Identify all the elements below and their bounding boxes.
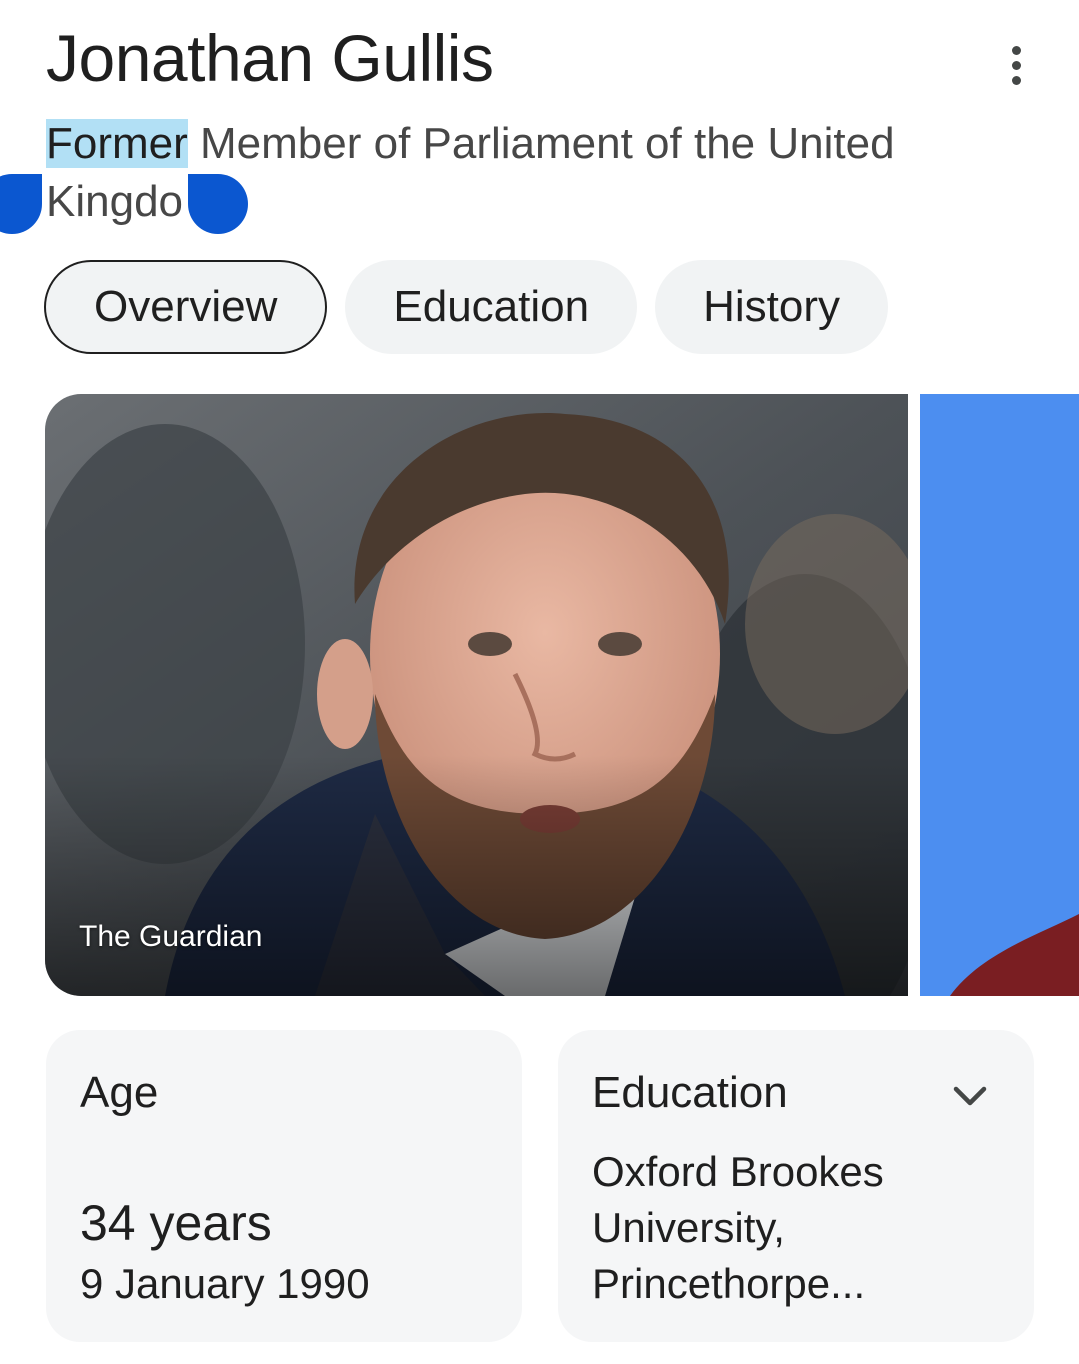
dot: [1011, 60, 1021, 70]
selection-start-handle[interactable]: [0, 174, 42, 234]
portrait-image: [45, 394, 908, 996]
subtitle[interactable]: Former Member of Parliament of the Unite…: [46, 115, 946, 231]
age-card[interactable]: Age 34 years 9 January 1990: [46, 1030, 522, 1342]
dot: [1011, 45, 1021, 55]
image-credit: The Guardian: [79, 920, 263, 953]
tab-bar: Overview Education History: [44, 260, 888, 354]
tab-education[interactable]: Education: [345, 260, 638, 354]
selected-text[interactable]: Former: [46, 119, 188, 168]
secondary-image: [920, 394, 1079, 996]
tab-history[interactable]: History: [655, 260, 888, 354]
birth-date: 9 January 1990: [80, 1260, 370, 1307]
age-value: 34 years: [80, 1195, 272, 1251]
education-value: Oxford Brookes University, Princethorpe.…: [592, 1148, 884, 1307]
subtitle-line1: Member of Parliament of the United: [187, 119, 895, 168]
education-card[interactable]: Education Oxford Brookes University, Pri…: [558, 1030, 1034, 1342]
age-label: Age: [80, 1068, 159, 1117]
education-label: Education: [592, 1068, 788, 1117]
dot: [1011, 75, 1021, 85]
page-title: Jonathan Gullis: [46, 21, 494, 95]
knowledge-panel: Jonathan Gullis Former Member of Parliam…: [0, 0, 1079, 1364]
selection-end-handle[interactable]: [188, 174, 248, 234]
tab-overview[interactable]: Overview: [44, 260, 328, 354]
subtitle-line2: Kingdo: [46, 177, 184, 226]
chevron-down-icon[interactable]: [950, 1076, 990, 1116]
more-vert-icon[interactable]: [996, 40, 1036, 90]
secondary-photo[interactable]: [920, 394, 1079, 996]
main-photo[interactable]: The Guardian: [45, 394, 908, 996]
